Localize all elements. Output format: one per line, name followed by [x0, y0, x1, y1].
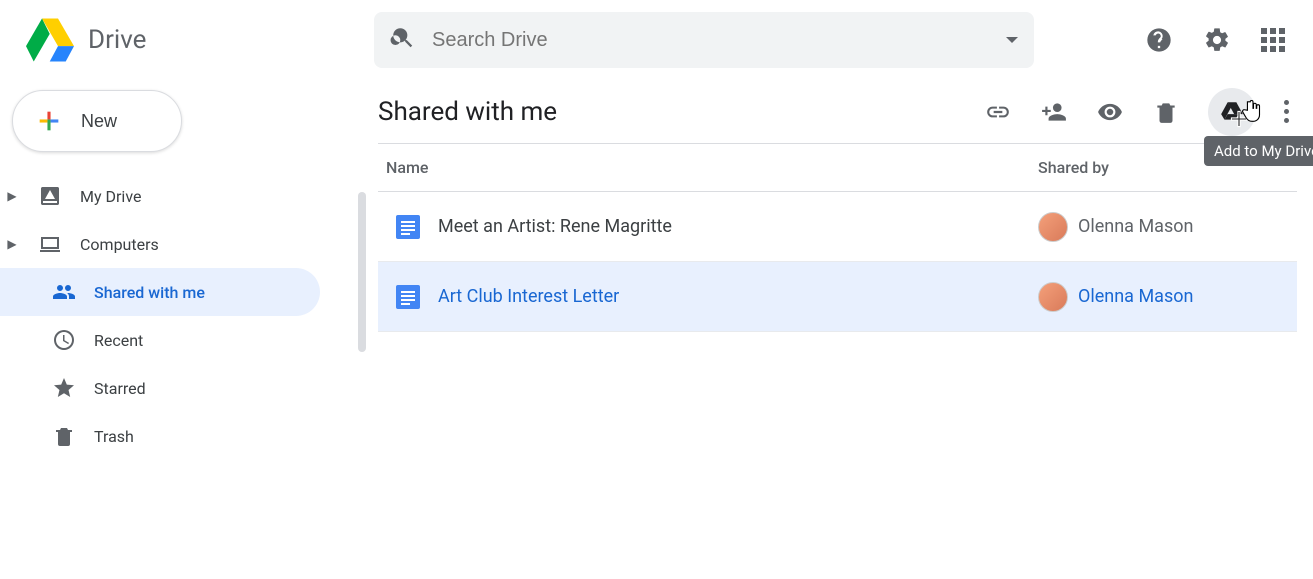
- sidebar: New ▶ My Drive ▶ Computers: [0, 80, 358, 470]
- search-input[interactable]: [432, 29, 990, 52]
- new-button-label: New: [81, 111, 117, 132]
- clock-icon: [52, 328, 76, 352]
- sidebar-item-label: Starred: [94, 379, 146, 398]
- shared-by-name: Olenna Mason: [1078, 286, 1193, 307]
- file-row[interactable]: Meet an Artist: Rene Magritte Olenna Mas…: [378, 192, 1297, 262]
- google-doc-icon: [378, 215, 438, 239]
- remove-trash-icon[interactable]: [1152, 98, 1180, 126]
- column-header-name[interactable]: Name: [378, 158, 1038, 177]
- preview-eye-icon[interactable]: [1096, 98, 1124, 126]
- sidebar-item-shared-with-me[interactable]: Shared with me: [0, 268, 320, 316]
- sidebar-item-my-drive[interactable]: ▶ My Drive: [0, 172, 320, 220]
- sidebar-item-recent[interactable]: Recent: [0, 316, 320, 364]
- search-bar[interactable]: [374, 12, 1034, 68]
- new-button[interactable]: New: [12, 90, 182, 152]
- add-to-my-drive-button[interactable]: Add to My Drive: [1208, 88, 1256, 136]
- my-drive-icon: [38, 184, 62, 208]
- tooltip: Add to My Drive: [1204, 136, 1313, 166]
- shared-by-name: Olenna Mason: [1078, 216, 1193, 237]
- help-icon[interactable]: [1145, 26, 1173, 54]
- app-name: Drive: [88, 25, 146, 55]
- sidebar-item-label: Computers: [80, 235, 159, 254]
- sidebar-item-label: Shared with me: [94, 283, 205, 302]
- chevron-right-icon: ▶: [4, 189, 20, 203]
- scrollbar[interactable]: [358, 192, 366, 352]
- chevron-right-icon: ▶: [4, 237, 20, 251]
- file-name: Meet an Artist: Rene Magritte: [438, 216, 1038, 237]
- page-title: Shared with me: [378, 97, 557, 127]
- apps-grid-icon[interactable]: [1261, 28, 1285, 52]
- share-person-add-icon[interactable]: [1040, 98, 1068, 126]
- main-content: Shared with me: [358, 80, 1313, 470]
- drive-logo-icon: [24, 14, 76, 66]
- file-row[interactable]: Art Club Interest Letter Olenna Mason: [378, 262, 1297, 332]
- computers-icon: [38, 232, 62, 256]
- file-name: Art Club Interest Letter: [438, 286, 1038, 307]
- sidebar-item-trash[interactable]: Trash: [0, 412, 320, 460]
- more-actions-icon[interactable]: [1284, 100, 1289, 123]
- avatar: [1038, 212, 1078, 242]
- trash-icon: [52, 424, 76, 448]
- settings-gear-icon[interactable]: [1203, 26, 1231, 54]
- sidebar-item-computers[interactable]: ▶ Computers: [0, 220, 320, 268]
- logo-area[interactable]: Drive: [16, 14, 374, 66]
- search-options-dropdown-icon[interactable]: [1006, 37, 1018, 43]
- people-icon: [52, 280, 76, 304]
- sidebar-item-label: Trash: [94, 427, 134, 446]
- sidebar-item-label: Recent: [94, 331, 143, 350]
- plus-icon: [35, 107, 63, 135]
- sidebar-item-starred[interactable]: Starred: [0, 364, 320, 412]
- star-icon: [52, 376, 76, 400]
- get-link-icon[interactable]: [984, 98, 1012, 126]
- search-icon: [390, 25, 416, 55]
- sidebar-item-label: My Drive: [80, 187, 141, 206]
- avatar: [1038, 282, 1078, 312]
- google-doc-icon: [378, 285, 438, 309]
